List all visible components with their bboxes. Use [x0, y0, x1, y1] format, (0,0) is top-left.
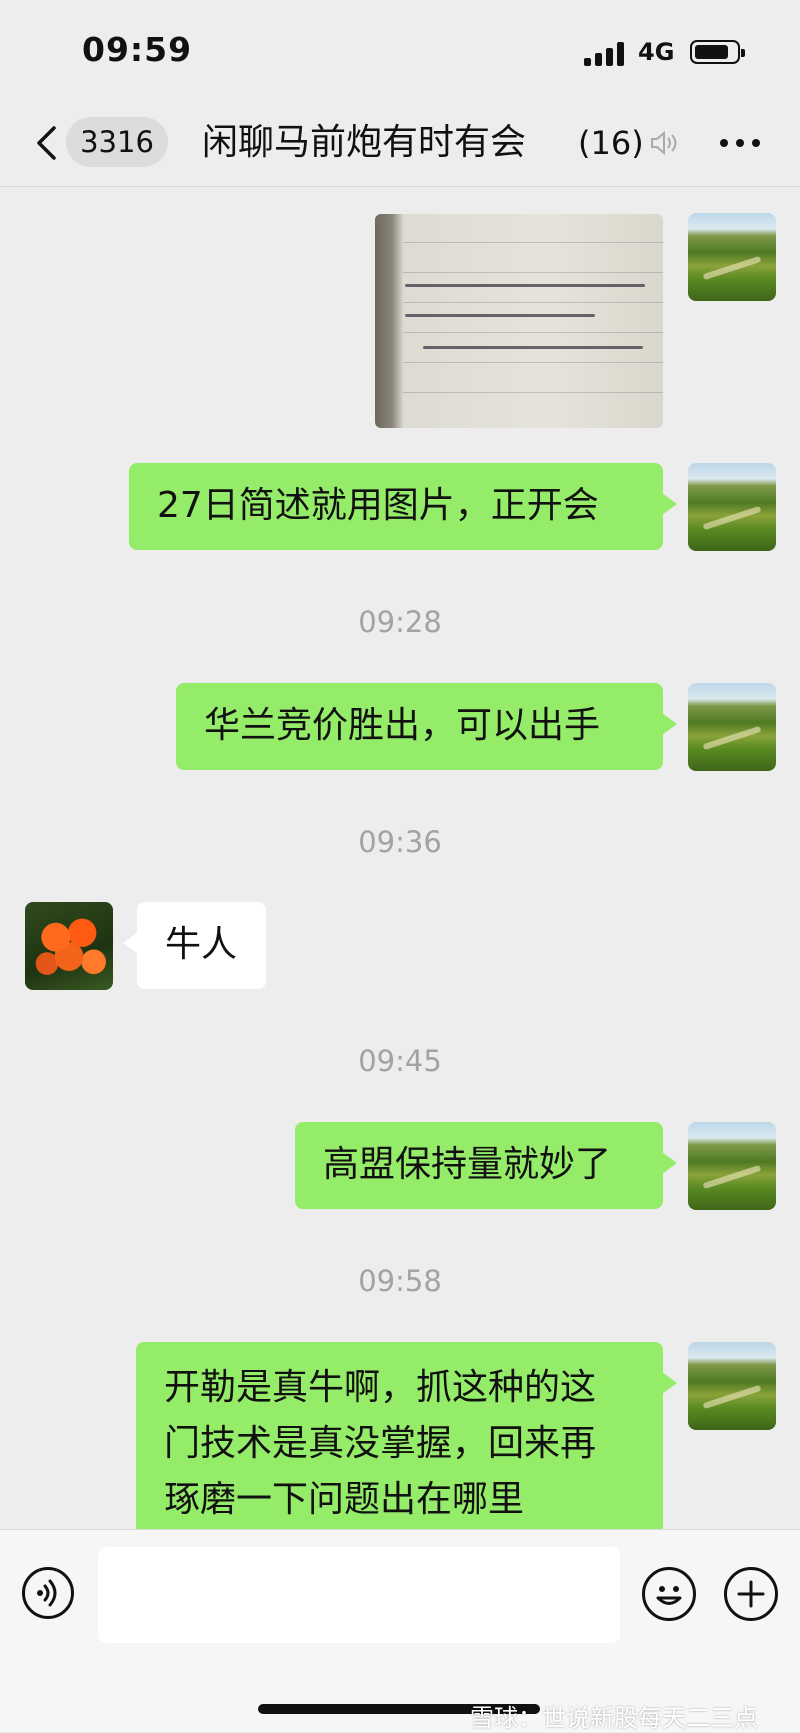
my-avatar[interactable] — [688, 213, 776, 301]
message-text-line: 琢磨一下问题出在哪里 — [164, 1479, 525, 1520]
my-avatar[interactable] — [688, 463, 776, 551]
chevron-left-icon[interactable] — [34, 124, 60, 162]
my-avatar[interactable] — [688, 1122, 776, 1210]
timestamp: 09:45 — [358, 1044, 442, 1078]
network-type: 4G — [638, 38, 675, 66]
message-text: 华兰竞价胜出，可以出手 — [204, 705, 601, 746]
my-avatar[interactable] — [688, 683, 776, 771]
timestamp: 09:58 — [358, 1264, 442, 1298]
battery-icon — [690, 40, 745, 64]
chat-header: 3316 闲聊马前炮有时有会 (16) — [0, 100, 800, 187]
message-text: 高盟保持量就妙了 — [323, 1144, 612, 1185]
message-bubble[interactable]: 华兰竞价胜出，可以出手 — [176, 683, 677, 770]
contact-avatar[interactable] — [25, 902, 113, 990]
mute-icon — [651, 130, 677, 156]
timestamp: 09:28 — [358, 605, 442, 639]
voice-icon[interactable] — [22, 1567, 74, 1619]
message-text: 牛人 — [165, 924, 238, 965]
message-text-line: 开勒是真牛啊，抓这种的这 — [164, 1367, 597, 1408]
message-input[interactable] — [98, 1547, 620, 1643]
message-bubble[interactable]: 牛人 — [123, 902, 266, 989]
more-icon[interactable] — [718, 130, 762, 156]
status-time: 09:59 — [82, 30, 193, 69]
chat-title: 闲聊马前炮有时有会 — [202, 122, 527, 163]
image-message[interactable] — [375, 214, 663, 428]
message-bubble[interactable]: 高盟保持量就妙了 — [295, 1122, 677, 1209]
plus-icon[interactable] — [724, 1567, 778, 1621]
my-avatar[interactable] — [688, 1342, 776, 1430]
message-bubble[interactable]: 开勒是真牛啊，抓这种的这 门技术是真没掌握，回来再 琢磨一下问题出在哪里 — [136, 1342, 677, 1542]
emoji-icon[interactable] — [642, 1567, 696, 1621]
member-count: (16) — [578, 124, 644, 162]
unread-count-badge[interactable]: 3316 — [66, 117, 168, 167]
status-bar: 09:59 4G — [0, 0, 800, 100]
message-text-line: 门技术是真没掌握，回来再 — [164, 1423, 597, 1464]
message-bubble[interactable]: 27日简述就用图片，正开会 — [129, 463, 677, 550]
timestamp: 09:36 — [358, 825, 442, 859]
signal-bars-icon — [584, 42, 626, 66]
watermark: 雪球：世说新股每天二三点 — [470, 1704, 758, 1732]
message-text: 27日简述就用图片，正开会 — [157, 485, 599, 526]
